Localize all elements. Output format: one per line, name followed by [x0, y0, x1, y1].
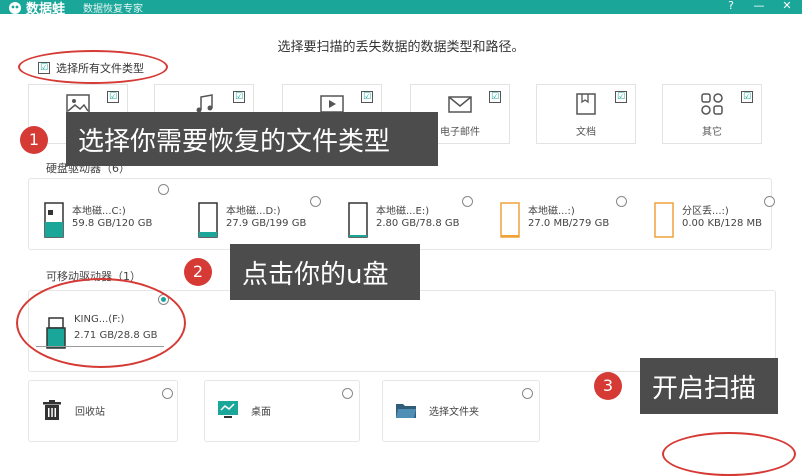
drive-lost-partition[interactable]: 分区丢...:) 0.00 KB/128 MB — [654, 198, 770, 248]
drive-e-name: 本地磁...E:) — [376, 206, 430, 217]
drive-c-size: 59.8 GB/120 GB — [72, 218, 153, 229]
drive-c-radio[interactable] — [158, 184, 169, 195]
recycle-bin-icon — [43, 400, 61, 420]
location-desktop[interactable]: 桌面 — [204, 380, 360, 442]
drive-e-size: 2.80 GB/78.8 GB — [376, 218, 460, 229]
annotation-ellipse-start-scan — [662, 432, 796, 476]
frog-logo-icon — [9, 1, 21, 14]
drive-4-name: 本地磁...:) — [528, 206, 575, 217]
file-type-other[interactable]: ☑ 其它 — [662, 84, 762, 144]
drive-lost-partition-icon — [654, 202, 674, 238]
drive-c-icon — [44, 202, 64, 238]
annotation-ellipse-select-all — [18, 50, 168, 84]
step-badge-1: 1 — [20, 126, 48, 154]
callout-step-3-text: 开启扫描 — [652, 373, 757, 404]
callout-step-1-text: 选择你需要恢复的文件类型 — [78, 126, 391, 157]
drive-e-icon — [348, 202, 368, 238]
callout-step-1: 选择你需要恢复的文件类型 — [66, 112, 438, 166]
drive-d-icon — [198, 202, 218, 238]
desktop-icon — [218, 401, 238, 418]
drive-4-icon — [500, 202, 520, 238]
file-type-video-checkbox[interactable]: ☑ — [361, 91, 373, 103]
location-recycle-bin-label: 回收站 — [75, 407, 105, 418]
callout-step-2-text: 点击你的u盘 — [242, 259, 389, 290]
close-button[interactable]: ✕ — [780, 0, 794, 12]
drive-d-name: 本地磁...D:) — [226, 206, 281, 217]
drive-lost-partition-name: 分区丢...:) — [682, 206, 729, 217]
drive-c-name: 本地磁...C:) — [72, 206, 126, 217]
folder-icon — [396, 404, 416, 418]
file-type-document-label: 文档 — [576, 127, 596, 138]
other-icon — [701, 93, 723, 115]
minimize-button[interactable]: — — [752, 0, 766, 12]
location-select-folder-label: 选择文件夹 — [429, 407, 479, 418]
step-badge-3: 3 — [594, 372, 622, 400]
document-icon — [576, 93, 596, 115]
annotation-ellipse-usb — [16, 278, 186, 368]
drive-d-radio[interactable] — [310, 196, 321, 207]
location-select-folder[interactable]: 选择文件夹 — [382, 380, 540, 442]
title-bar: 数据蛙 数据恢复专家 ? — ✕ — [0, 0, 802, 17]
file-type-other-label: 其它 — [702, 127, 722, 138]
file-type-document-checkbox[interactable]: ☑ — [615, 91, 627, 103]
file-type-image-checkbox[interactable]: ☑ — [107, 91, 119, 103]
help-button[interactable]: ? — [724, 0, 738, 12]
drive-c[interactable]: 本地磁...C:) 59.8 GB/120 GB — [44, 198, 184, 248]
window-controls: ? — ✕ — [724, 0, 794, 12]
drive-4-radio[interactable] — [616, 196, 627, 207]
location-desktop-label: 桌面 — [251, 407, 271, 418]
app-subtitle: 数据恢复专家 — [83, 4, 144, 15]
location-recycle-bin[interactable]: 回收站 — [28, 380, 178, 442]
drive-lost-partition-radio[interactable] — [764, 196, 775, 207]
recycle-bin-radio[interactable] — [162, 388, 173, 399]
callout-step-3: 开启扫描 — [640, 358, 778, 414]
file-type-email-checkbox[interactable]: ☑ — [489, 91, 501, 103]
step-badge-2: 2 — [184, 258, 212, 286]
file-type-other-checkbox[interactable]: ☑ — [741, 91, 753, 103]
drive-4-size: 27.0 MB/279 GB — [528, 218, 610, 229]
email-icon — [448, 96, 472, 113]
drive-e-radio[interactable] — [462, 196, 473, 207]
drive-lost-partition-size: 0.00 KB/128 MB — [682, 218, 762, 229]
drive-d-size: 27.9 GB/199 GB — [226, 218, 307, 229]
callout-step-2: 点击你的u盘 — [230, 244, 420, 300]
file-type-document[interactable]: ☑ 文档 — [536, 84, 636, 144]
file-type-audio-checkbox[interactable]: ☑ — [233, 91, 245, 103]
select-folder-radio[interactable] — [522, 388, 533, 399]
desktop-radio[interactable] — [342, 388, 353, 399]
